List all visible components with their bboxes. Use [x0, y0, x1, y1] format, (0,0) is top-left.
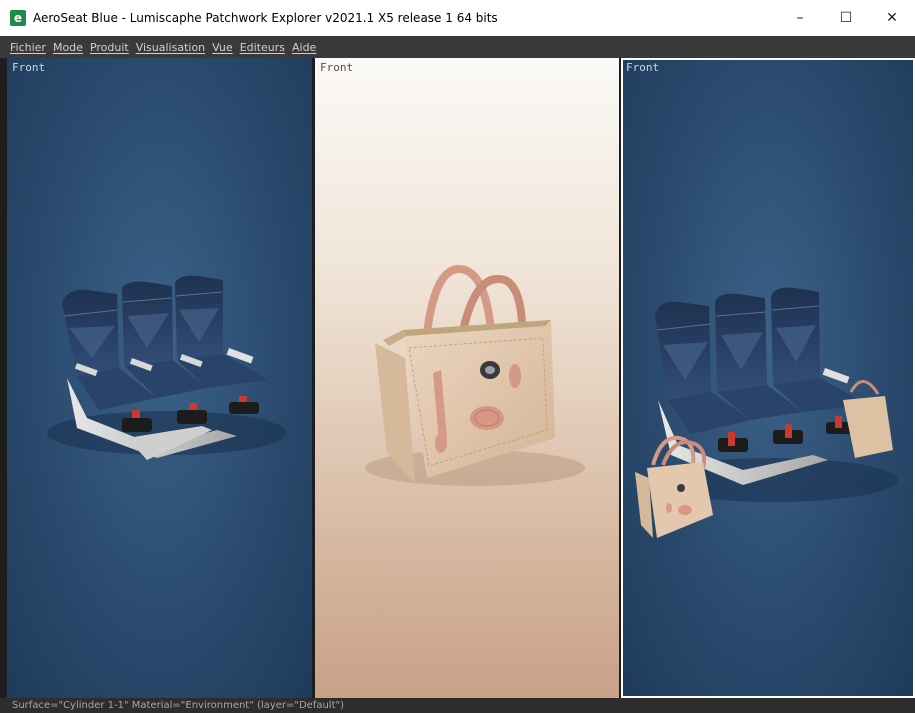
menu-vue[interactable]: Vue — [212, 41, 233, 54]
window-title: AeroSeat Blue - Lumiscaphe Patchwork Exp… — [33, 11, 498, 25]
status-bar: Surface="Cylinder 1-1" Material="Environ… — [0, 698, 915, 713]
menu-aide[interactable]: Aide — [292, 41, 316, 54]
viewport-right[interactable]: Front — [621, 58, 915, 698]
menu-visualisation[interactable]: Visualisation — [136, 41, 205, 54]
menu-fichier[interactable]: Fichier — [10, 41, 46, 54]
minimize-button[interactable]: – — [777, 0, 823, 36]
close-button[interactable]: ✕ — [869, 0, 915, 36]
viewport-left[interactable]: Front — [7, 58, 312, 698]
maximize-button[interactable]: ☐ — [823, 0, 869, 36]
viewport-middle[interactable]: Front — [315, 58, 619, 698]
handbag-render — [365, 265, 585, 486]
menu-editeurs[interactable]: Editeurs — [240, 41, 285, 54]
menu-mode[interactable]: Mode — [53, 41, 83, 54]
app-icon: e — [10, 10, 26, 26]
window-controls: – ☐ ✕ — [777, 0, 915, 36]
seat-row-render — [47, 275, 287, 460]
seat-row-with-bags-render — [635, 287, 898, 538]
menu-produit[interactable]: Produit — [90, 41, 129, 54]
menu-bar: Fichier Mode Produit Visualisation Vue E… — [0, 36, 915, 58]
title-bar: e AeroSeat Blue - Lumiscaphe Patchwork E… — [0, 0, 915, 36]
